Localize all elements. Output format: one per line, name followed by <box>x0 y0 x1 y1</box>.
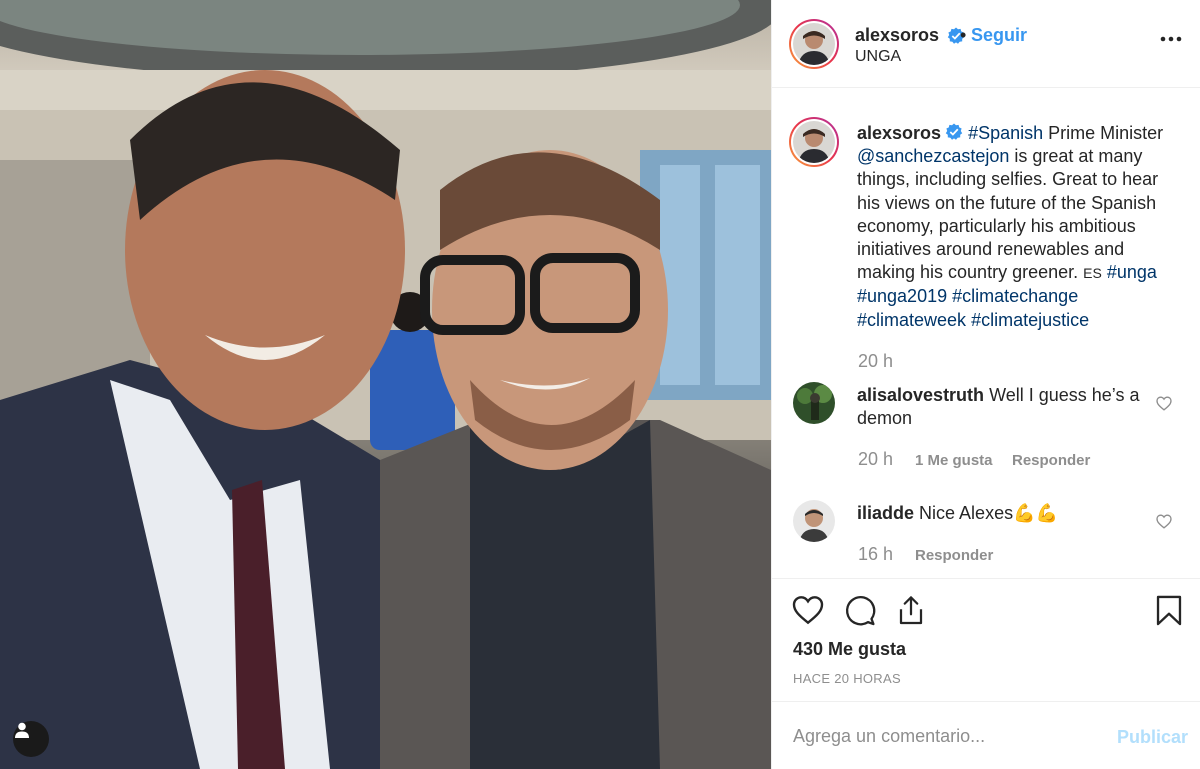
caption-author-avatar[interactable] <box>789 117 839 167</box>
caption-timestamp[interactable]: 20 h <box>858 351 893 372</box>
commenter-avatar[interactable] <box>793 500 835 542</box>
caption-username[interactable]: alexsoros <box>857 123 941 143</box>
publish-button[interactable]: Publicar <box>1117 727 1188 748</box>
verified-badge-icon <box>945 123 963 140</box>
hashtag-link[interactable]: #climatechange <box>952 286 1078 306</box>
share-icon[interactable] <box>896 595 926 626</box>
post-actions: 430 Me gusta HACE 20 HORAS <box>772 578 1200 701</box>
author-username[interactable]: alexsoros <box>855 25 939 46</box>
separator-dot: • <box>960 25 967 45</box>
comment: iliadde Nice Alexes💪💪 <box>857 502 1147 525</box>
more-options-icon[interactable] <box>1160 36 1182 42</box>
hashtag-link[interactable]: #climateweek <box>857 310 966 330</box>
comment-likes-count[interactable]: 1 Me gusta <box>915 452 993 469</box>
comment-like-heart-icon[interactable] <box>1156 396 1172 411</box>
comment-username[interactable]: iliadde <box>857 503 914 523</box>
hashtag-link[interactable]: #unga2019 <box>857 286 947 306</box>
user-tag-icon <box>15 722 29 738</box>
user-tag-button[interactable] <box>13 721 49 757</box>
heart-icon[interactable] <box>792 595 824 625</box>
author-avatar[interactable] <box>789 19 839 69</box>
post-location[interactable]: UNGA <box>855 48 901 66</box>
comment-text: Nice Alexes💪💪 <box>919 503 1058 523</box>
comment-like-heart-icon[interactable] <box>1156 514 1172 529</box>
commenter-avatar[interactable] <box>793 382 835 424</box>
post-header: alexsoros • Seguir UNGA <box>772 0 1200 88</box>
bookmark-icon[interactable] <box>1156 595 1182 626</box>
comment-timestamp[interactable]: 20 h <box>858 449 893 470</box>
post-date[interactable]: HACE 20 HORAS <box>793 671 901 686</box>
add-comment-bar: Publicar <box>772 701 1200 769</box>
reply-button[interactable]: Responder <box>1012 452 1090 469</box>
mention-link[interactable]: @sanchezcastejon <box>857 146 1009 166</box>
comment-timestamp[interactable]: 16 h <box>858 544 893 565</box>
caption-text: Prime Minister <box>1043 123 1164 143</box>
comment-username[interactable]: alisalovestruth <box>857 385 984 405</box>
comments-section[interactable]: alexsoros #Spanish Prime Minister @sanch… <box>772 89 1200 578</box>
comment-input[interactable] <box>793 722 1093 750</box>
selfie-image <box>0 0 771 769</box>
hashtag-link[interactable]: #unga <box>1107 262 1157 282</box>
hashtag-link[interactable]: #Spanish <box>968 123 1043 143</box>
post-photo[interactable] <box>0 0 771 769</box>
likes-count[interactable]: 430 Me gusta <box>793 639 906 660</box>
comment: alisalovestruth Well I guess he’s a demo… <box>857 384 1147 430</box>
comment-icon[interactable] <box>845 595 876 626</box>
post-caption: alexsoros #Spanish Prime Minister @sanch… <box>857 122 1167 332</box>
hashtag-link[interactable]: #climatejustice <box>971 310 1089 330</box>
follow-button[interactable]: Seguir <box>971 25 1027 46</box>
post-details-panel: alexsoros • Seguir UNGA alexsoros #Spani… <box>771 0 1200 769</box>
reply-button[interactable]: Responder <box>915 547 993 564</box>
flag-emoji: ES <box>1083 265 1102 282</box>
